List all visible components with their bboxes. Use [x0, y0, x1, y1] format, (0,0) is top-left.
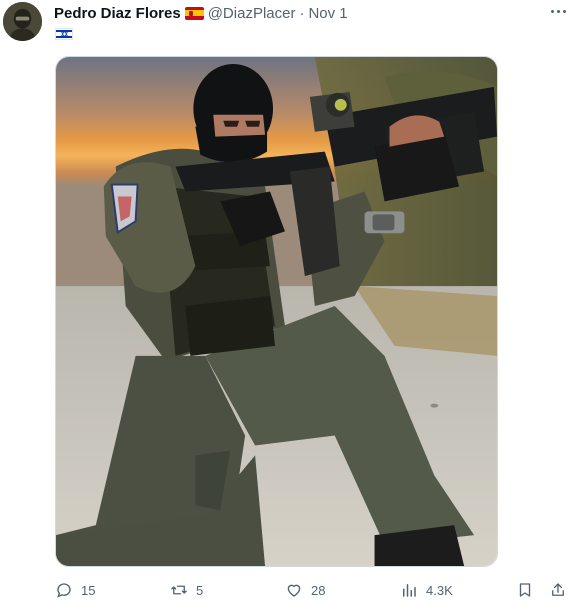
tweet-header: Pedro Diaz Flores @DiazPlacer · Nov 1: [54, 3, 348, 23]
reply-count: 15: [81, 582, 96, 598]
analytics-icon: [403, 584, 416, 597]
spain-flag-icon: [184, 6, 204, 20]
bookmark-button[interactable]: [516, 578, 534, 602]
avatar[interactable]: [3, 2, 42, 41]
more-options-button[interactable]: [546, 1, 570, 21]
user-handle[interactable]: @DiazPlacer: [208, 5, 296, 22]
reply-icon: [57, 583, 71, 598]
share-icon: [552, 583, 564, 596]
repost-icon: [171, 585, 187, 595]
israel-flag-icon: [55, 28, 73, 40]
bookmark-icon: [519, 583, 531, 597]
post-date[interactable]: Nov 1: [308, 5, 347, 22]
reply-button[interactable]: 15: [55, 578, 95, 602]
display-name[interactable]: Pedro Diaz Flores: [54, 5, 181, 22]
share-button[interactable]: [549, 578, 567, 602]
more-dot-icon: [550, 9, 554, 13]
repost-count: 5: [196, 582, 204, 598]
like-count: 28: [311, 582, 326, 598]
view-count: 4.3K: [426, 582, 453, 598]
views-button[interactable]: 4.3K: [400, 578, 453, 602]
separator-dot: ·: [299, 4, 305, 22]
tweet: Pedro Diaz Flores @DiazPlacer · Nov 1 15…: [0, 0, 583, 613]
heart-icon: [287, 584, 301, 597]
tweet-actions: 15 5 28 4.3K: [0, 578, 583, 602]
like-button[interactable]: 28: [285, 578, 325, 602]
repost-button[interactable]: 5: [170, 578, 203, 602]
more-dot-icon: [556, 9, 560, 13]
post-photo[interactable]: [55, 56, 498, 567]
more-dot-icon: [562, 9, 566, 13]
